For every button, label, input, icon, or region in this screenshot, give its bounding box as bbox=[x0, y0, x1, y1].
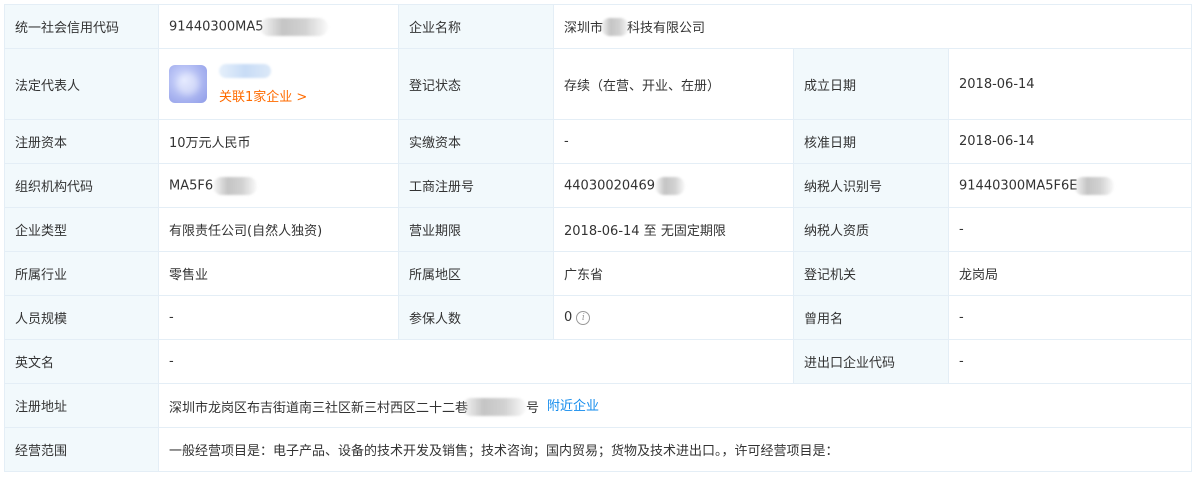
found-date-value: 2018-06-14 bbox=[947, 48, 1193, 120]
table-row: 英文名 - 进出口企业代码 - bbox=[4, 339, 1193, 384]
table-row: 统一社会信用代码 91440300MA5 企业名称 深圳市 科技有限公司 bbox=[4, 4, 1193, 49]
biz-reg-no-value: 44030020469 bbox=[553, 163, 794, 208]
reg-authority-label: 登记机关 bbox=[793, 251, 949, 296]
credit-code-value: 91440300MA5 bbox=[158, 4, 399, 49]
paid-capital-value: - bbox=[553, 119, 794, 164]
nearby-companies-link[interactable]: 附近企业 bbox=[547, 399, 599, 414]
reg-authority-value: 龙岗局 bbox=[947, 251, 1193, 296]
company-type-value: 有限责任公司(自然人独资) bbox=[158, 207, 399, 252]
reg-status-value: 存续（在营、开业、在册） bbox=[553, 48, 794, 120]
reg-capital-label: 注册资本 bbox=[4, 119, 159, 164]
taxpayer-qual-label: 纳税人资质 bbox=[793, 207, 949, 252]
info-icon[interactable]: i bbox=[576, 310, 591, 325]
english-name-label: 英文名 bbox=[4, 339, 159, 384]
industry-value: 零售业 bbox=[158, 251, 399, 296]
staff-size-value: - bbox=[158, 295, 399, 340]
avatar[interactable] bbox=[169, 65, 207, 103]
org-code-label: 组织机构代码 bbox=[4, 163, 159, 208]
insured-count-label: 参保人数 bbox=[398, 295, 554, 340]
credit-code-label: 统一社会信用代码 bbox=[4, 4, 159, 49]
reg-address-value: 深圳市龙岗区布吉街道南三社区新三村西区二十二巷号附近企业 bbox=[157, 383, 1193, 428]
taxpayer-id-value: 91440300MA5F6E bbox=[947, 163, 1193, 208]
insured-count-value: 0i bbox=[553, 295, 794, 340]
biz-scope-value: 一般经营项目是：电子产品、设备的技术开发及销售；技术咨询；国内贸易；货物及技术进… bbox=[157, 427, 1193, 472]
table-row: 注册地址 深圳市龙岗区布吉街道南三社区新三村西区二十二巷号附近企业 bbox=[4, 383, 1193, 428]
english-name-value: - bbox=[158, 339, 794, 384]
related-companies-link[interactable]: 关联1家企业 > bbox=[219, 86, 307, 105]
approve-date-label: 核准日期 bbox=[793, 119, 949, 164]
table-row: 所属行业 零售业 所属地区 广东省 登记机关 龙岗局 bbox=[4, 251, 1193, 296]
table-row: 注册资本 10万元人民币 实缴资本 - 核准日期 2018-06-14 bbox=[4, 119, 1193, 164]
region-label: 所属地区 bbox=[398, 251, 554, 296]
taxpayer-qual-value: - bbox=[947, 207, 1193, 252]
region-value: 广东省 bbox=[553, 251, 794, 296]
company-name-label: 企业名称 bbox=[398, 4, 554, 49]
legal-rep-name[interactable] bbox=[219, 63, 271, 78]
former-name-value: - bbox=[947, 295, 1193, 340]
paid-capital-label: 实缴资本 bbox=[398, 119, 554, 164]
reg-address-label: 注册地址 bbox=[4, 383, 159, 428]
former-name-label: 曾用名 bbox=[793, 295, 949, 340]
company-name-value: 深圳市 科技有限公司 bbox=[552, 4, 1193, 49]
biz-scope-label: 经营范围 bbox=[4, 427, 159, 472]
staff-size-label: 人员规模 bbox=[4, 295, 159, 340]
org-code-value: MA5F6 bbox=[158, 163, 399, 208]
company-type-label: 企业类型 bbox=[4, 207, 159, 252]
industry-label: 所属行业 bbox=[4, 251, 159, 296]
legal-rep-value: 关联1家企业 > bbox=[158, 48, 399, 120]
import-export-code-label: 进出口企业代码 bbox=[793, 339, 949, 384]
company-info-table: 统一社会信用代码 91440300MA5 企业名称 深圳市 科技有限公司 法定代表… bbox=[4, 4, 1193, 472]
biz-term-label: 营业期限 bbox=[398, 207, 554, 252]
table-row: 组织机构代码 MA5F6 工商注册号 44030020469 纳税人识别号 91… bbox=[4, 163, 1193, 208]
import-export-code-value: - bbox=[947, 339, 1193, 384]
approve-date-value: 2018-06-14 bbox=[947, 119, 1193, 164]
company-info-panel: 统一社会信用代码 91440300MA5 企业名称 深圳市 科技有限公司 法定代表… bbox=[4, 4, 1193, 472]
reg-capital-value: 10万元人民币 bbox=[158, 119, 399, 164]
taxpayer-id-label: 纳税人识别号 bbox=[793, 163, 949, 208]
legal-rep-label: 法定代表人 bbox=[4, 48, 159, 120]
table-row: 法定代表人 关联1家企业 > 登记状态 存续（在营、开业、在册） 成立日期 20… bbox=[4, 48, 1193, 120]
biz-term-value: 2018-06-14 至 无固定期限 bbox=[553, 207, 794, 252]
reg-status-label: 登记状态 bbox=[398, 48, 554, 120]
table-row: 企业类型 有限责任公司(自然人独资) 营业期限 2018-06-14 至 无固定… bbox=[4, 207, 1193, 252]
found-date-label: 成立日期 bbox=[793, 48, 949, 120]
biz-reg-no-label: 工商注册号 bbox=[398, 163, 554, 208]
table-row: 经营范围 一般经营项目是：电子产品、设备的技术开发及销售；技术咨询；国内贸易；货… bbox=[4, 427, 1193, 472]
table-row: 人员规模 - 参保人数 0i 曾用名 - bbox=[4, 295, 1193, 340]
